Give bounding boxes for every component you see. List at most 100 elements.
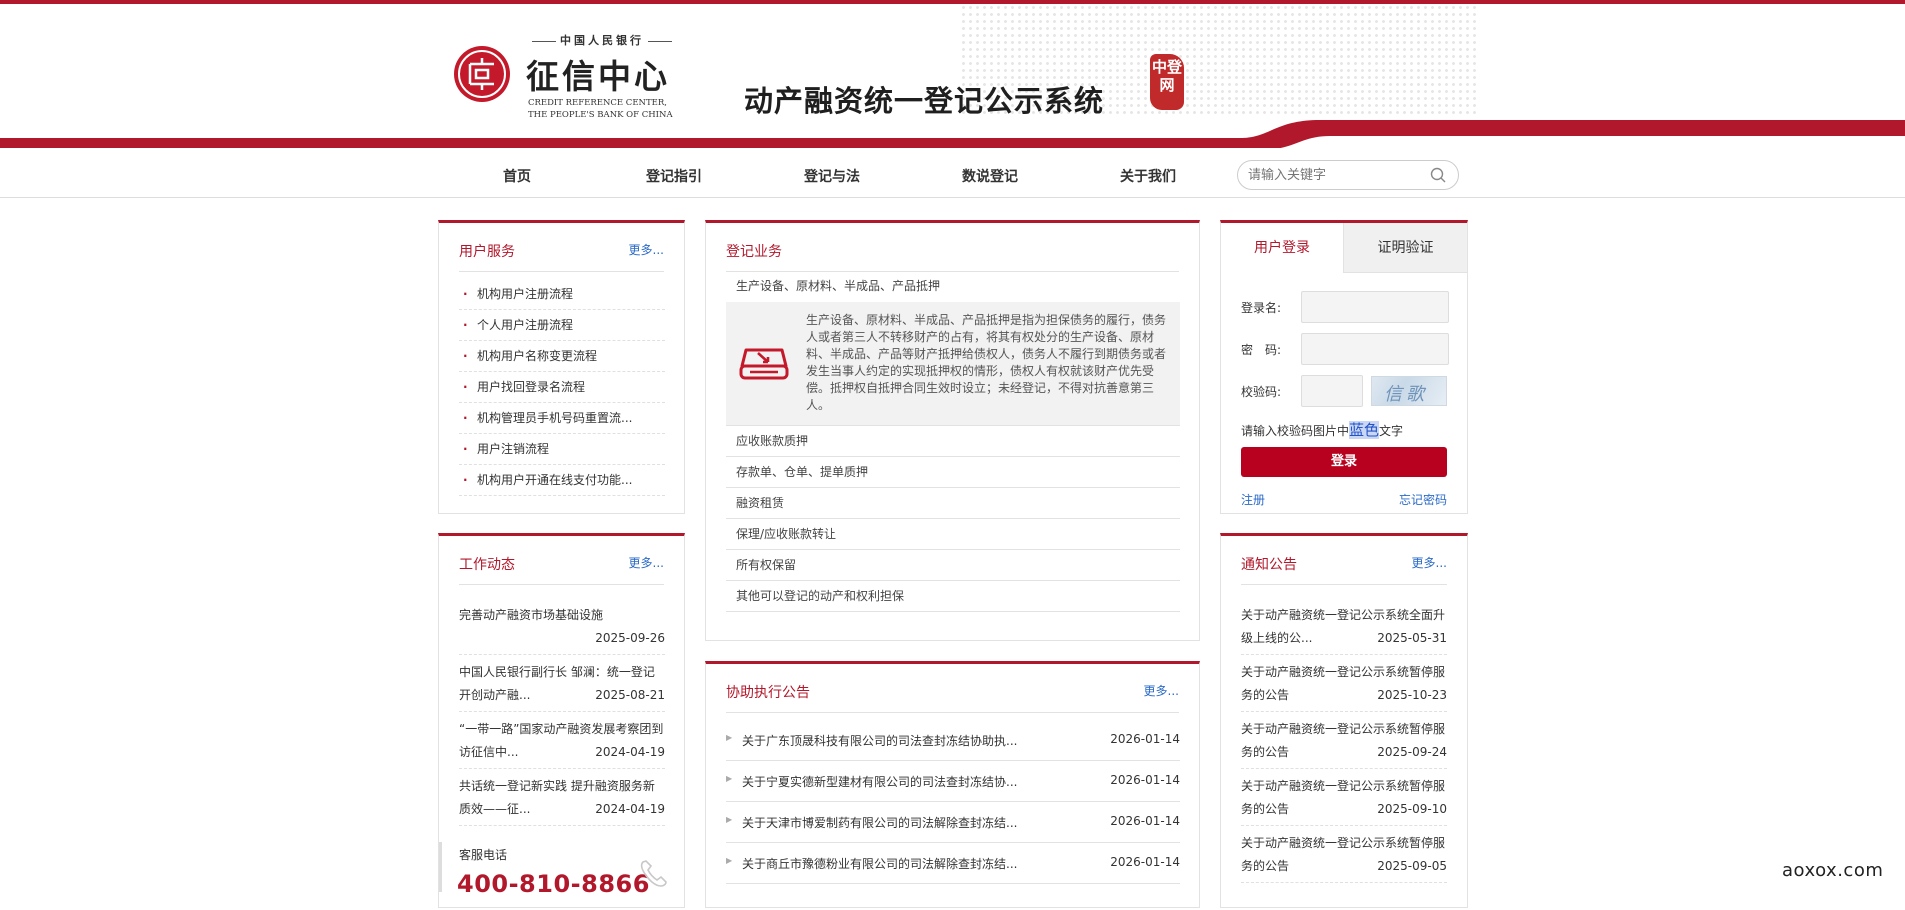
- list-item[interactable]: 关于动产融资统一登记公示系统暂停服务的公告 2025-09-10: [1241, 769, 1447, 826]
- nav-data[interactable]: 数说登记: [962, 166, 1018, 186]
- news-date: 2024-04-19: [591, 741, 665, 764]
- search-input[interactable]: [1248, 165, 1418, 185]
- site-header: 中国人民银行 征信中心 CREDIT REFERENCE CENTER, THE…: [0, 4, 1905, 148]
- arrow-right-icon: ▶: [726, 733, 733, 742]
- list-item[interactable]: 中国人民银行副行长 邹澜：统一登记开创动产融... 2025-08-21: [459, 655, 665, 712]
- registration-item[interactable]: 应收账款质押: [726, 426, 1180, 457]
- arrow-right-icon: ▶: [726, 856, 733, 865]
- list-item[interactable]: 机构用户注册流程: [459, 279, 665, 310]
- captcha-text: 信歌石: [1384, 384, 1428, 405]
- list-item[interactable]: 完善动产融资市场基础设施 2025-09-26: [459, 598, 665, 655]
- nav-about[interactable]: 关于我们: [1120, 166, 1176, 186]
- list-item[interactable]: 关于动产融资统一登记公示系统暂停服务的公告 2025-09-05: [1241, 826, 1447, 883]
- assist-title: 关于商丘市豫德粉业有限公司的司法解除查封冻结...: [742, 857, 1018, 871]
- notice-list: 关于动产融资统一登记公示系统全面升级上线的公... 2025-05-31 关于动…: [1241, 598, 1447, 883]
- notice-date: 2025-09-05: [1373, 855, 1447, 878]
- nav-guide[interactable]: 登记指引: [646, 166, 702, 186]
- registration-panel: 登记业务 生产设备、原材料、半成品、产品抵押 生产设备、原材料、半成品、产品抵押…: [705, 220, 1200, 641]
- list-item[interactable]: 机构用户名称变更流程: [459, 341, 665, 372]
- list-item[interactable]: “一带一路”国家动产融资发展考察团到访征信中... 2024-04-19: [459, 712, 665, 769]
- news-date: 2025-08-21: [591, 684, 665, 707]
- username-label: 登录名:: [1241, 301, 1282, 315]
- registration-detail: 生产设备、原材料、半成品、产品抵押是指为担保债务的履行，债务人或者第三人不转移财…: [726, 302, 1180, 426]
- list-item[interactable]: 关于动产融资统一登记公示系统暂停服务的公告 2025-10-23: [1241, 655, 1447, 712]
- panel-title: 工作动态: [459, 557, 515, 573]
- list-item[interactable]: ▶ 关于商丘市豫德粉业有限公司的司法解除查封冻结... 2026-01-14: [726, 843, 1180, 884]
- registration-item[interactable]: 其他可以登记的动产和权利担保: [726, 581, 1180, 612]
- username-field[interactable]: [1301, 291, 1449, 323]
- login-button[interactable]: 登录: [1241, 447, 1447, 477]
- tab-certificate-verify[interactable]: 证明验证: [1343, 223, 1467, 273]
- arrow-right-icon: ▶: [726, 815, 733, 824]
- hotline-number: 400-810-8866: [457, 870, 650, 898]
- list-item[interactable]: 用户注销流程: [459, 434, 665, 465]
- password-label: 密 码:: [1241, 343, 1282, 357]
- hotline-label: 客服电话: [459, 848, 508, 862]
- registration-list: 生产设备、原材料、半成品、产品抵押 生产设备、原材料、半成品、产品抵押是指为担保…: [726, 271, 1180, 612]
- work-news-panel: 工作动态 更多... 完善动产融资市场基础设施 2025-09-26 中国人民银…: [438, 533, 685, 908]
- registration-item[interactable]: 融资租赁: [726, 488, 1180, 519]
- more-link[interactable]: 更多...: [629, 241, 664, 258]
- list-item[interactable]: 个人用户注册流程: [459, 310, 665, 341]
- org-name-english: CREDIT REFERENCE CENTER, THE PEOPLE'S BA…: [528, 97, 673, 121]
- user-service-list: 机构用户注册流程 个人用户注册流程 机构用户名称变更流程 用户找回登录名流程 机…: [459, 279, 665, 496]
- more-link[interactable]: 更多...: [1412, 554, 1447, 571]
- login-tabs: 用户登录 证明验证: [1221, 223, 1467, 273]
- registration-item[interactable]: 保理/应收账款转让: [726, 519, 1180, 550]
- phone-icon: [640, 860, 667, 887]
- divider: [1241, 584, 1447, 585]
- assist-title: 关于天津市博爱制药有限公司的司法解除查封冻结...: [742, 816, 1018, 830]
- hint-prefix: 请输入校验码图片中: [1241, 424, 1350, 438]
- system-title: 动产融资统一登记公示系统: [744, 84, 1105, 118]
- divider: [459, 271, 664, 272]
- org-en-line1: CREDIT REFERENCE CENTER,: [528, 98, 667, 108]
- registration-description: 生产设备、原材料、半成品、产品抵押是指为担保债务的履行，债务人或者第三人不转移财…: [806, 313, 1167, 412]
- arrow-right-icon: ▶: [726, 774, 733, 783]
- captcha-field[interactable]: [1301, 375, 1363, 407]
- user-service-panel: 用户服务 更多... 机构用户注册流程 个人用户注册流程 机构用户名称变更流程 …: [438, 220, 685, 514]
- work-news-list: 完善动产融资市场基础设施 2025-09-26 中国人民银行副行长 邹澜：统一登…: [459, 598, 665, 826]
- assist-title: 关于广东顶晟科技有限公司的司法查封冻结协助执...: [742, 734, 1018, 748]
- nav-home[interactable]: 首页: [503, 166, 531, 186]
- list-item[interactable]: 机构管理员手机号码重置流...: [459, 403, 665, 434]
- list-item[interactable]: 关于动产融资统一登记公示系统全面升级上线的公... 2025-05-31: [1241, 598, 1447, 655]
- panel-title: 通知公告: [1241, 557, 1297, 573]
- forgot-password-link[interactable]: 忘记密码: [1399, 491, 1447, 508]
- list-item[interactable]: 共话统一登记新实践 提升融资服务新质效——征... 2024-04-19: [459, 769, 665, 826]
- list-item[interactable]: ▶ 关于天津市博爱制药有限公司的司法解除查封冻结... 2026-01-14: [726, 802, 1180, 843]
- panel-title: 登记业务: [726, 244, 782, 260]
- assist-title: 关于宁夏实德新型建材有限公司的司法查封冻结协...: [742, 775, 1018, 789]
- org-name-chinese-small: 中国人民银行: [528, 32, 676, 48]
- org-name-chinese: 征信中心: [526, 57, 670, 96]
- header-swoosh: [0, 116, 1905, 148]
- main-nav: 首页 登记指引 登记与法 数说登记 关于我们: [0, 152, 1905, 198]
- list-item[interactable]: ▶ 关于广东顶晟科技有限公司的司法查封冻结协助执... 2026-01-14: [726, 720, 1180, 761]
- registration-item-active[interactable]: 生产设备、原材料、半成品、产品抵押: [726, 271, 1180, 302]
- list-item[interactable]: 用户找回登录名流程: [459, 372, 665, 403]
- registration-item[interactable]: 存款单、仓单、提单质押: [726, 457, 1180, 488]
- list-item[interactable]: ▶ 关于宁夏实德新型建材有限公司的司法查封冻结协... 2026-01-14: [726, 761, 1180, 802]
- more-link[interactable]: 更多...: [629, 554, 664, 571]
- nav-law[interactable]: 登记与法: [804, 166, 860, 186]
- login-panel: 用户登录 证明验证 登录名: 密 码: 校验码: 信歌石 请输入校验码图片中蓝色…: [1220, 220, 1468, 514]
- panel-title: 协助执行公告: [726, 685, 810, 701]
- assist-list: ▶ 关于广东顶晟科技有限公司的司法查封冻结协助执... 2026-01-14 ▶…: [726, 720, 1180, 884]
- news-date: 2025-09-26: [591, 627, 665, 650]
- captcha-hint: 请输入校验码图片中蓝色文字: [1241, 419, 1403, 440]
- list-item[interactable]: 机构用户开通在线支付功能...: [459, 465, 665, 496]
- notice-date: 2025-09-10: [1373, 798, 1447, 821]
- notice-date: 2025-09-24: [1373, 741, 1447, 764]
- hint-suffix: 文字: [1379, 424, 1404, 438]
- more-link[interactable]: 更多...: [1144, 682, 1179, 699]
- tab-user-login[interactable]: 用户登录: [1221, 223, 1343, 273]
- list-item[interactable]: 关于动产融资统一登记公示系统暂停服务的公告 2025-09-24: [1241, 712, 1447, 769]
- search-icon[interactable]: [1430, 167, 1446, 183]
- register-link[interactable]: 注册: [1241, 491, 1265, 508]
- captcha-image[interactable]: 信歌石: [1371, 376, 1447, 406]
- password-field[interactable]: [1301, 333, 1449, 365]
- notice-date: 2025-10-23: [1373, 684, 1447, 707]
- panel-title: 用户服务: [459, 244, 515, 260]
- captcha-label: 校验码:: [1241, 385, 1282, 399]
- registration-item[interactable]: 所有权保留: [726, 550, 1180, 581]
- divider: [726, 712, 1179, 713]
